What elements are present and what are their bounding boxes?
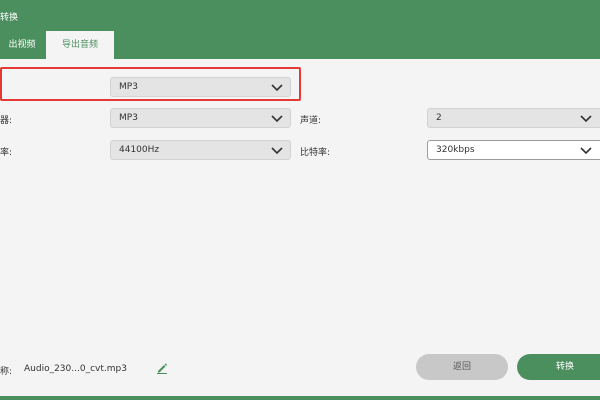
encoder-select[interactable]: MP3 [110, 108, 291, 128]
window-title: 转换 [0, 13, 19, 23]
channels-value: 2 [436, 113, 442, 123]
back-button[interactable]: 返回 [416, 354, 508, 380]
bottom-border [0, 396, 600, 400]
sample-rate-select[interactable]: 44100Hz [110, 140, 291, 160]
title-bar: 转换 出视频 导出音频 [0, 0, 600, 59]
chevron-down-icon [580, 147, 592, 155]
tab-export-video[interactable]: 出视频 [0, 31, 44, 59]
sample-rate-value: 44100Hz [119, 145, 160, 155]
pencil-icon[interactable] [156, 362, 168, 374]
sample-rate-label: 率: [0, 148, 13, 158]
name-label: 称: [0, 367, 13, 377]
chevron-down-icon [271, 115, 283, 123]
channels-label: 声道: [300, 116, 322, 126]
chevron-down-icon [271, 147, 283, 155]
chevron-down-icon [580, 115, 592, 123]
encoder-label: 器: [0, 116, 13, 126]
channels-select[interactable]: 2 [427, 108, 600, 128]
bitrate-label: 比特率: [300, 148, 331, 158]
bitrate-value: 320kbps [436, 145, 475, 155]
convert-button[interactable]: 转换 [517, 354, 600, 380]
tab-export-audio[interactable]: 导出音频 [46, 31, 114, 59]
bitrate-select[interactable]: 320kbps [427, 140, 600, 160]
output-filename: Audio_230...0_cvt.mp3 [24, 364, 127, 374]
encoder-value: MP3 [119, 113, 138, 123]
format-highlight-box [0, 67, 301, 101]
